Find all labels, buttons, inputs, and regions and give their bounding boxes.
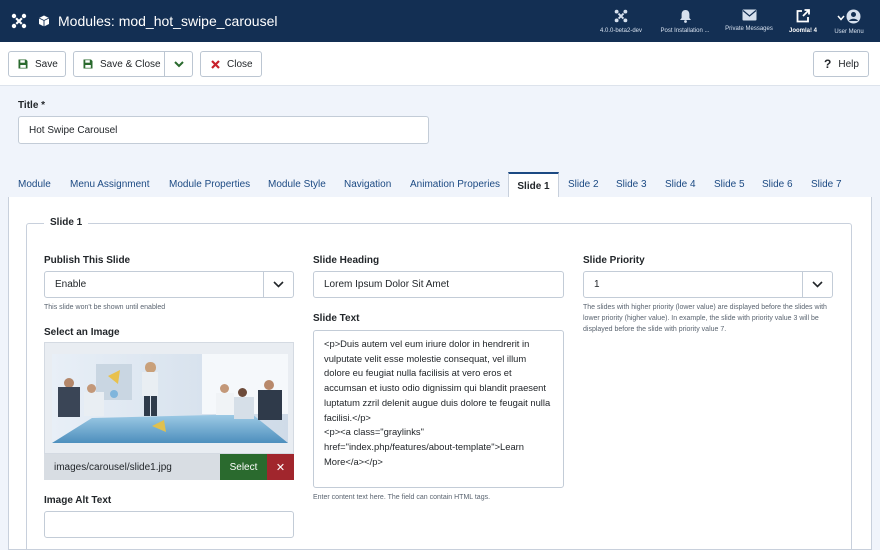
heading-input-value: Lorem Ipsum Dolor Sit Amet	[324, 279, 450, 290]
page-title-wrap: Modules: mod_hot_swipe_carousel	[38, 13, 277, 29]
help-label: Help	[838, 58, 859, 70]
publish-description: This slide won't be shown until enabled	[44, 304, 166, 311]
save-close-label: Save & Close	[100, 58, 161, 70]
image-clear-button[interactable]: ✕	[267, 454, 294, 480]
user-icon	[846, 9, 861, 24]
envelope-icon	[742, 9, 756, 21]
priority-description: The slides with higher priority (lower v…	[583, 304, 827, 333]
help-button[interactable]: ? Help	[813, 51, 869, 77]
publish-select-value: Enable	[55, 279, 87, 290]
tab-module[interactable]: Module	[18, 172, 51, 198]
tab-slide-7[interactable]: Slide 7	[811, 172, 842, 198]
priority-select-value: 1	[594, 279, 600, 290]
close-icon: ✕	[275, 461, 286, 474]
save-dropdown-toggle[interactable]	[164, 51, 193, 77]
slide-text-label: Slide Text	[313, 313, 360, 324]
header-version[interactable]: 4.0.0-beta2-dev	[592, 0, 650, 42]
tab-navigation[interactable]: Navigation	[344, 172, 391, 198]
chevron-down-icon	[263, 272, 293, 297]
tab-slide-3[interactable]: Slide 3	[616, 172, 647, 198]
joomla-logo-icon[interactable]	[0, 0, 38, 42]
publish-select[interactable]: Enable	[44, 271, 294, 298]
tab-slide-4[interactable]: Slide 4	[665, 172, 696, 198]
tab-slide-6[interactable]: Slide 6	[762, 172, 793, 198]
close-label: Close	[227, 58, 253, 70]
header-private-messages-label: Private Messages	[725, 26, 773, 32]
tab-module-style[interactable]: Module Style	[268, 172, 326, 198]
header-joomla4[interactable]: Joomla! 4	[782, 0, 824, 42]
chevron-down-icon	[802, 272, 832, 297]
tab-slide-2[interactable]: Slide 2	[568, 172, 599, 198]
close-icon	[211, 59, 220, 69]
question-icon: ?	[824, 57, 832, 71]
image-path-value: images/carousel/slide1.jpg	[54, 461, 172, 473]
heading-label: Slide Heading	[313, 255, 380, 266]
chevron-down-icon	[173, 60, 184, 67]
save-close-button[interactable]: Save & Close	[73, 51, 165, 77]
joomla-icon	[614, 9, 628, 23]
header-private-messages[interactable]: Private Messages	[720, 0, 778, 42]
tab-slide-5[interactable]: Slide 5	[714, 172, 745, 198]
top-header: Modules: mod_hot_swipe_carousel 4.0.0-be…	[0, 0, 880, 42]
alt-text-input[interactable]	[44, 511, 294, 538]
header-post-installation-label: Post Installation ...	[660, 28, 710, 34]
image-label: Select an Image	[44, 327, 120, 338]
floppy-disk-icon	[18, 59, 28, 69]
image-preview	[44, 342, 294, 454]
tab-menu-assignment[interactable]: Menu Assignment	[70, 172, 150, 198]
bell-icon	[679, 10, 691, 23]
header-actions: 4.0.0-beta2-dev Post Installation ... Pr…	[592, 0, 872, 42]
floppy-disk-icon	[83, 59, 93, 69]
title-label: Title *	[18, 100, 46, 111]
heading-input[interactable]: Lorem Ipsum Dolor Sit Amet	[313, 271, 564, 298]
chevron-down-icon	[837, 15, 845, 21]
close-button[interactable]: Close	[200, 51, 262, 77]
meeting-photo-thumbnail	[52, 354, 288, 443]
alt-text-label: Image Alt Text	[44, 495, 112, 506]
external-link-icon	[796, 9, 810, 23]
tab-animation-properies[interactable]: Animation Properies	[410, 172, 500, 198]
header-user-menu[interactable]: User Menu	[826, 0, 872, 42]
slide-legend: Slide 1	[44, 217, 89, 228]
tab-module-properties[interactable]: Module Properties	[169, 172, 250, 198]
priority-select[interactable]: 1	[583, 271, 833, 298]
publish-label: Publish This Slide	[44, 255, 131, 266]
title-input[interactable]: Hot Swipe Carousel	[18, 116, 429, 144]
module-tabs: Module Menu Assignment Module Properties…	[8, 172, 872, 198]
slide-text-description: Enter content text here. The field can c…	[313, 494, 491, 501]
header-version-label: 4.0.0-beta2-dev	[599, 28, 643, 34]
save-button[interactable]: Save	[8, 51, 66, 77]
page-title: Modules: mod_hot_swipe_carousel	[58, 13, 278, 29]
title-input-value: Hot Swipe Carousel	[29, 124, 118, 136]
cube-icon	[38, 15, 50, 27]
image-select-button[interactable]: Select	[220, 454, 267, 480]
tab-slide-1[interactable]: Slide 1	[508, 172, 559, 198]
image-path-field[interactable]: images/carousel/slide1.jpg	[44, 454, 220, 480]
header-post-installation[interactable]: Post Installation ...	[656, 0, 714, 42]
toolbar: Save Save & Close Close ? Help	[0, 42, 880, 86]
save-label: Save	[35, 58, 58, 70]
header-joomla4-label: Joomla! 4	[788, 28, 817, 34]
header-user-menu-label: User Menu	[834, 29, 864, 35]
priority-label: Slide Priority	[583, 255, 645, 266]
slide-text-textarea[interactable]: <p>Duis autem vel eum iriure dolor in he…	[313, 330, 564, 488]
